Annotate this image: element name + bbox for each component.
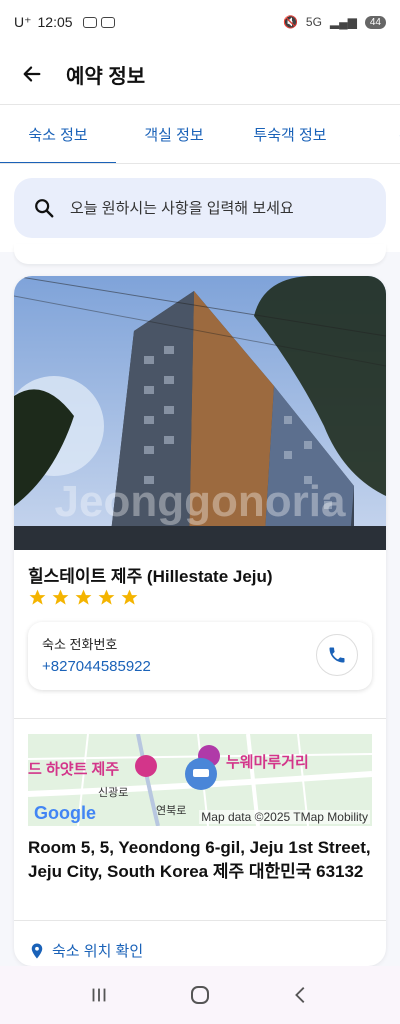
- message-icon: [82, 16, 97, 28]
- tab-bar: 숙소 정보 객실 정보 투숙객 정보 취: [0, 104, 400, 164]
- hotel-address: Room 5, 5, Yeondong 6-gil, Jeju 1st Stre…: [28, 838, 371, 881]
- tab-cancel[interactable]: 취: [348, 105, 400, 163]
- back-button[interactable]: [18, 60, 46, 88]
- hotel-name: 힐스테이트 제주 (Hillestate Jeju): [28, 567, 273, 586]
- mute-icon: 🔇: [282, 15, 298, 29]
- phone-box: 숙소 전화번호 +827044585922: [28, 622, 372, 690]
- home-button[interactable]: [185, 980, 215, 1010]
- call-button[interactable]: [316, 634, 358, 676]
- map-road-label: 신광로: [98, 787, 129, 799]
- status-left: U⁺ 12:05: [14, 14, 115, 31]
- star-icon: [121, 589, 138, 605]
- hotel-card: Jeonggonoria 힐스테이트 제주 (Hillestate Jeju) …: [14, 276, 386, 966]
- star-rating: [28, 588, 139, 607]
- map-credit: Map data ©2025 TMap Mobility: [199, 810, 370, 824]
- system-nav-bar: [0, 966, 400, 1024]
- divider: [14, 718, 386, 719]
- screenshot-icon: [100, 16, 115, 28]
- search-icon: [32, 196, 56, 220]
- home-icon: [190, 986, 209, 1004]
- star-icon: [29, 589, 46, 605]
- arrow-left-icon: [23, 66, 41, 82]
- app-bar: 예약 정보: [0, 44, 400, 104]
- previous-card-edge: [14, 244, 386, 264]
- status-time: 12:05: [37, 14, 73, 30]
- map-label-hyatt: 드 하얏트 제주: [28, 761, 120, 778]
- network-label: 5G: [305, 15, 322, 29]
- photo-watermark: Jeonggonoria: [55, 477, 346, 526]
- view-location-link[interactable]: 숙소 위치 확인: [28, 940, 143, 961]
- chevron-left-icon: [295, 987, 305, 1003]
- map-label-nuwemaru: 누웨마루거리: [226, 754, 309, 771]
- signal-icon: ▂▄▆: [329, 15, 357, 29]
- google-wordmark: Google: [34, 803, 96, 823]
- status-bar: U⁺ 12:05 🔇 5G ▂▄▆ 44: [0, 0, 400, 44]
- divider: [14, 920, 386, 921]
- google-logo: Google: [34, 803, 96, 824]
- star-icon: [52, 589, 69, 605]
- tab-room-info[interactable]: 객실 정보: [116, 105, 232, 163]
- star-icon: [75, 589, 92, 605]
- tab-guest-info[interactable]: 투숙객 정보: [232, 105, 348, 163]
- carrier-label: U⁺: [14, 13, 32, 30]
- view-location-label: 숙소 위치 확인: [52, 943, 144, 960]
- phone-icon: [329, 647, 345, 663]
- battery-badge: 44: [364, 15, 386, 29]
- page-title: 예약 정보: [66, 65, 146, 88]
- search-area: [0, 164, 400, 252]
- notification-icons: [82, 16, 115, 28]
- recent-apps-icon: [92, 988, 106, 1002]
- search-input[interactable]: [70, 199, 368, 217]
- phone-label: 숙소 전화번호: [42, 637, 118, 652]
- tab-accommodation-info[interactable]: 숙소 정보: [0, 105, 116, 163]
- hotel-photo[interactable]: Jeonggonoria: [14, 276, 386, 550]
- search-box[interactable]: [14, 178, 386, 238]
- map-road-label: 연북로: [156, 805, 187, 817]
- phone-number-link[interactable]: +827044585922: [42, 658, 151, 675]
- recent-apps-button[interactable]: [84, 980, 114, 1010]
- system-back-button[interactable]: [286, 980, 316, 1010]
- star-icon: [98, 589, 115, 605]
- status-right: 🔇 5G ▂▄▆ 44: [283, 15, 386, 29]
- map-preview[interactable]: 드 하얏트 제주 누웨마루거리 연북로 신광로 Google Map data …: [28, 734, 372, 826]
- location-pin-icon: [31, 943, 43, 958]
